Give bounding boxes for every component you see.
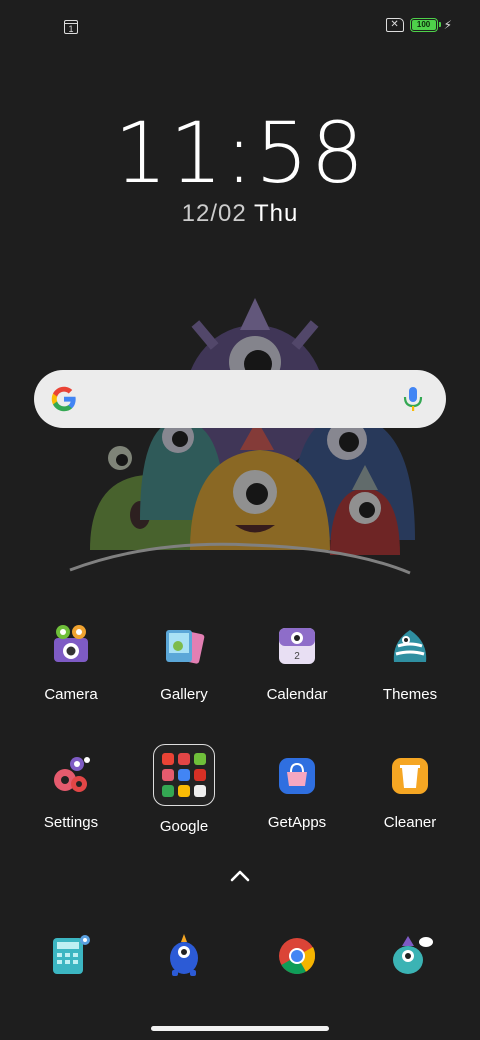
status-bar: 1 ✕ 100 ⚡ [0,0,480,56]
camera-icon [43,620,99,676]
calculator-icon [43,928,99,984]
monster-messages-icon [382,928,438,984]
dock-calculator[interactable] [21,928,121,984]
settings-icon [43,748,99,804]
gallery-icon [156,620,212,676]
app-getapps[interactable]: GetApps [247,748,347,831]
date-number: 12/02 [181,200,247,227]
battery-icon: 100 [409,18,441,32]
app-label: GetApps [267,814,327,831]
dock-messages[interactable] [360,928,460,984]
battery-level: 100 [411,20,436,30]
cleaner-icon [382,748,438,804]
app-label: Google [159,818,209,835]
folder-icon [153,744,215,806]
bolt-icon: ⚡ [443,18,452,32]
monster-wallpaper-image [69,298,415,575]
dock-chrome[interactable] [247,928,347,984]
app-gallery[interactable]: Gallery [134,620,234,703]
app-label: Settings [43,814,99,831]
app-label: Calendar [266,686,328,703]
app-settings[interactable]: Settings [21,748,121,831]
app-calendar[interactable]: 2 Calendar [247,620,347,703]
no-sim-icon: ✕ [385,18,404,32]
themes-icon [382,620,438,676]
date-weekday: Thu [253,200,299,227]
calendar-badge: 2 [294,651,300,662]
clock-date[interactable]: 12/02 Thu [0,200,480,228]
app-themes[interactable]: Themes [360,620,460,703]
calendar-icon: 2 [269,620,325,676]
clock-time[interactable]: 11:58 [0,104,480,202]
chevron-up-icon[interactable] [228,866,252,886]
app-cleaner[interactable]: Cleaner [360,748,460,831]
getapps-icon [269,748,325,804]
chrome-icon [269,928,325,984]
google-search-bar[interactable] [34,370,446,428]
app-label: Cleaner [383,814,437,831]
gesture-nav-bar[interactable] [151,1026,329,1031]
app-google-folder[interactable]: Google [134,744,234,835]
microphone-icon[interactable] [402,385,424,413]
monster-contacts-icon [156,928,212,984]
dock-contacts[interactable] [134,928,234,984]
app-label: Camera [44,686,98,703]
app-label: Gallery [160,686,208,703]
google-g-icon [51,386,76,412]
app-camera[interactable]: Camera [21,620,121,703]
status-icons: ✕ 100 ⚡ [385,18,452,32]
calendar-notification-icon: 1 [64,20,78,34]
app-label: Themes [382,686,438,703]
